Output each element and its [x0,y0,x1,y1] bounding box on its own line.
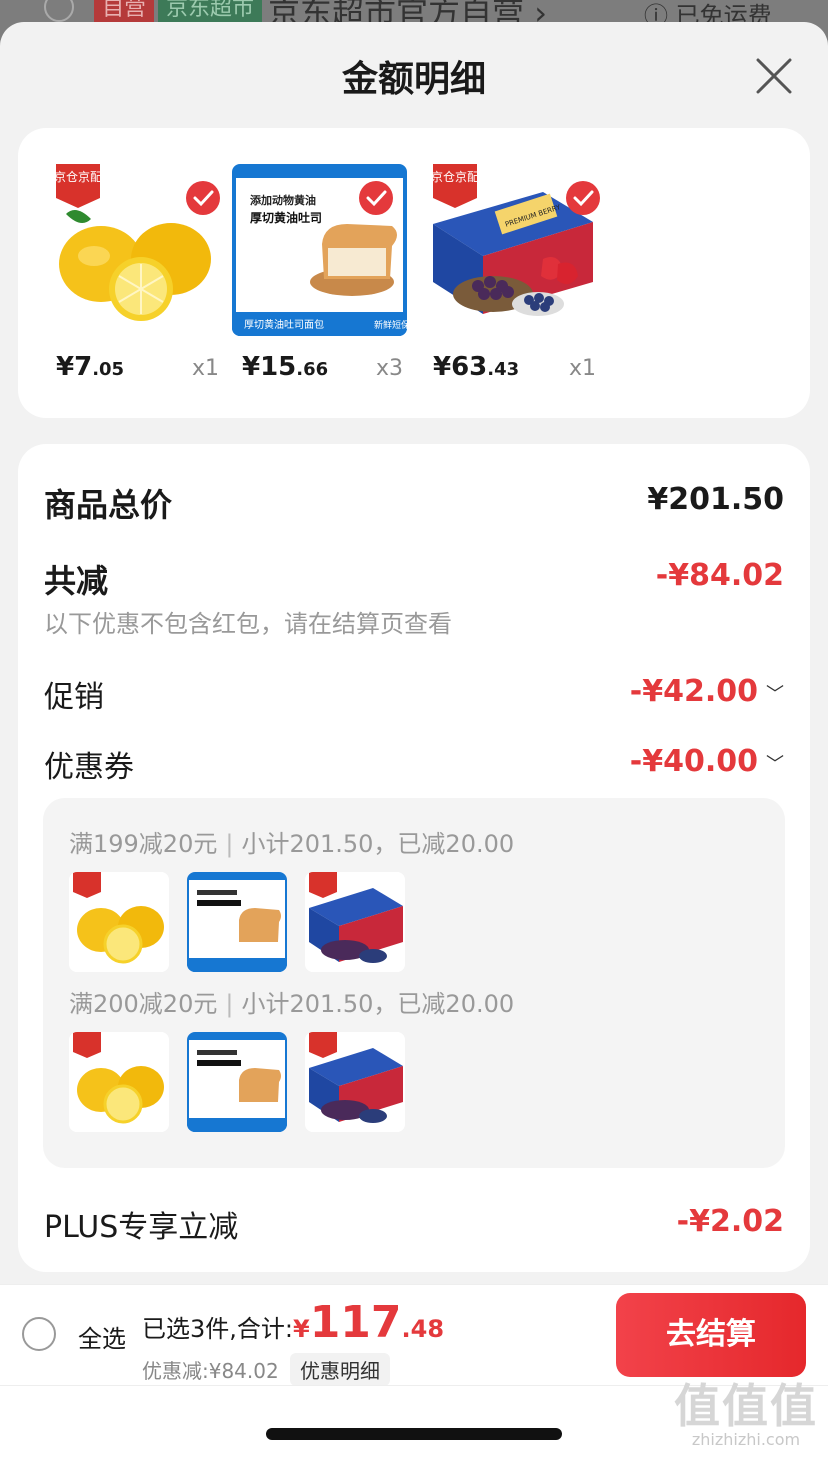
watermark: 值值值 zhizhizhi.com [674,1382,818,1449]
selected-check-icon[interactable] [185,180,221,216]
discount-detail-button[interactable]: 优惠明细 [290,1353,390,1386]
selected-check-icon[interactable] [358,180,394,216]
svg-text:添加动物黄油: 添加动物黄油 [250,193,316,207]
reduce-note: 以下优惠不包含红包，请在结算页查看 [44,610,452,638]
select-all-label[interactable]: 全选 [78,1319,126,1354]
sheet-title: 金额明细 [341,59,486,100]
total-reduce-label: 共减 [44,562,109,600]
product-item-berry[interactable]: PREMIUM BERRY 京仓京配 ¥63.43 x1 [423,164,601,389]
coupon-product-thumbs [69,1032,405,1132]
plus-discount-label: PLUS专享立减 [44,1210,239,1245]
coupon-value: -¥40.00 [629,744,758,779]
chevron-down-icon: ﹀ [766,753,784,775]
promotion-label: 促销 [44,680,104,715]
plus-discount-value: -¥2.02 [676,1204,784,1239]
coupon-detail-box: 满199减20元 | 小计201.50，已减20.00 满200减20元 | 小计201… [43,798,785,1168]
thumb-lemon [69,1032,169,1132]
svg-text:京仓京配: 京仓京配 [431,170,479,184]
chevron-down-icon: ﹀ [766,683,784,705]
product-item-lemon[interactable]: 京仓京配 ¥7.05 x1 [46,164,221,389]
promotion-row[interactable]: -¥42.00 ﹀ [630,674,784,709]
background-radio [44,0,74,22]
promotion-value: -¥42.00 [629,674,758,709]
thumb-toast [187,872,287,972]
product-price: ¥15.66 [242,352,329,382]
total-reduce-value: -¥84.02 [655,558,784,593]
svg-text:新鲜短保: 新鲜短保 [374,319,407,331]
coupon-rule-line: 满200减20元 | 小计201.50，已减20.00 [69,990,515,1018]
background-store-tag: 京东超市 [158,0,263,24]
svg-text:厚切黄油吐司面包: 厚切黄油吐司面包 [244,318,324,331]
selected-check-icon[interactable] [565,180,601,216]
product-quantity: x1 [192,356,220,381]
coupon-row[interactable]: -¥40.00 ﹀ [630,744,784,779]
total-price-value: ¥201.50 [647,482,784,517]
thumb-toast [187,1032,287,1132]
discount-amount: 优惠减:¥84.02 [142,1359,279,1383]
products-card: 京仓京配 ¥7.05 x1 添加动物黄油 厚切黄油吐司 厚切黄油吐司面包 新鲜短… [18,128,810,418]
amount-summary-card: 商品总价 ¥201.50 共减 -¥84.02 以下优惠不包含红包，请在结算页查… [18,444,810,1272]
home-indicator[interactable] [266,1428,562,1440]
product-quantity: x1 [569,356,597,381]
coupon-product-thumbs [69,872,405,972]
amount-detail-sheet: 金额明细 京仓京配 ¥7.05 x1 添加动物黄油 厚切黄油吐司 厚切黄油吐司面… [0,22,828,1457]
selected-total: 已选3件,合计:¥117.48 [142,1297,445,1348]
thumb-berry [305,1032,405,1132]
checkout-button[interactable]: 去结算 [616,1293,806,1377]
coupon-rule-line: 满199减20元 | 小计201.50，已减20.00 [69,830,515,858]
background-self-tag: 自营 [94,0,155,24]
select-all-radio[interactable] [22,1317,56,1351]
svg-text:京仓京配: 京仓京配 [54,170,102,184]
coupon-label: 优惠券 [44,750,134,785]
product-price: ¥7.05 [56,352,125,382]
watermark-logo: 值值值 [674,1379,818,1433]
thumb-lemon [69,872,169,972]
thumb-berry [305,872,405,972]
close-icon[interactable] [754,56,794,96]
svg-text:厚切黄油吐司: 厚切黄油吐司 [250,210,322,225]
total-price-label: 商品总价 [44,486,173,524]
product-item-toast[interactable]: 添加动物黄油 厚切黄油吐司 厚切黄油吐司面包 新鲜短保 ¥15.66 x3 [232,164,407,389]
product-price: ¥63.43 [433,352,520,382]
sheet-header: 金额明细 [0,22,828,126]
watermark-url: zhizhizhi.com [691,1430,801,1449]
product-quantity: x3 [376,356,404,381]
